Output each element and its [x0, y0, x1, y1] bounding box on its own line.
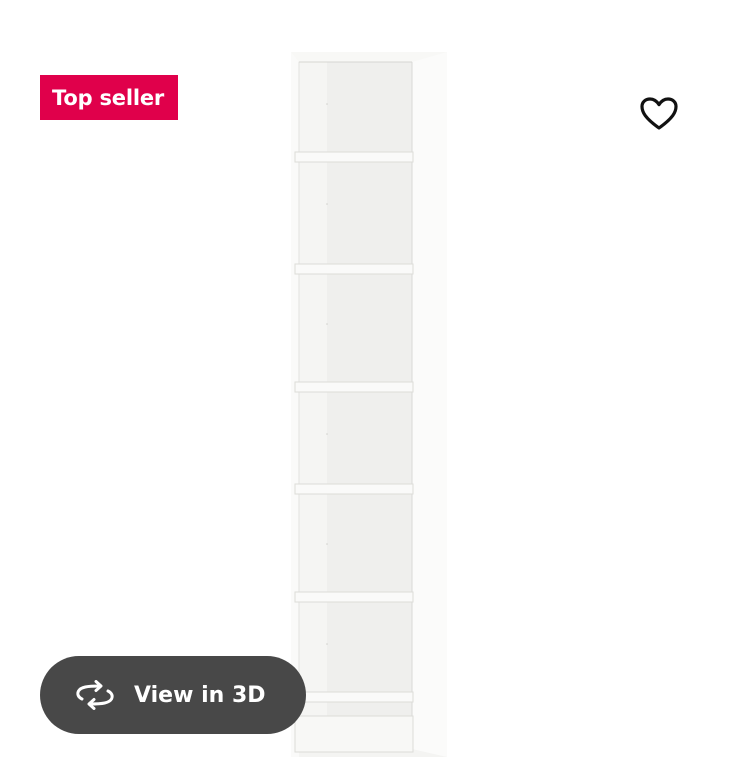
bookcase-image: [291, 52, 447, 757]
view-in-3d-button[interactable]: View in 3D: [40, 656, 306, 734]
heart-outline-icon: [640, 97, 678, 130]
rotate-arrows-icon: [74, 680, 116, 710]
top-seller-label: Top seller: [52, 85, 165, 110]
view-in-3d-label: View in 3D: [134, 682, 266, 708]
favorite-button[interactable]: [636, 92, 682, 136]
top-seller-badge: Top seller: [40, 75, 178, 120]
product-media-panel: Top seller View in 3D: [0, 0, 739, 771]
